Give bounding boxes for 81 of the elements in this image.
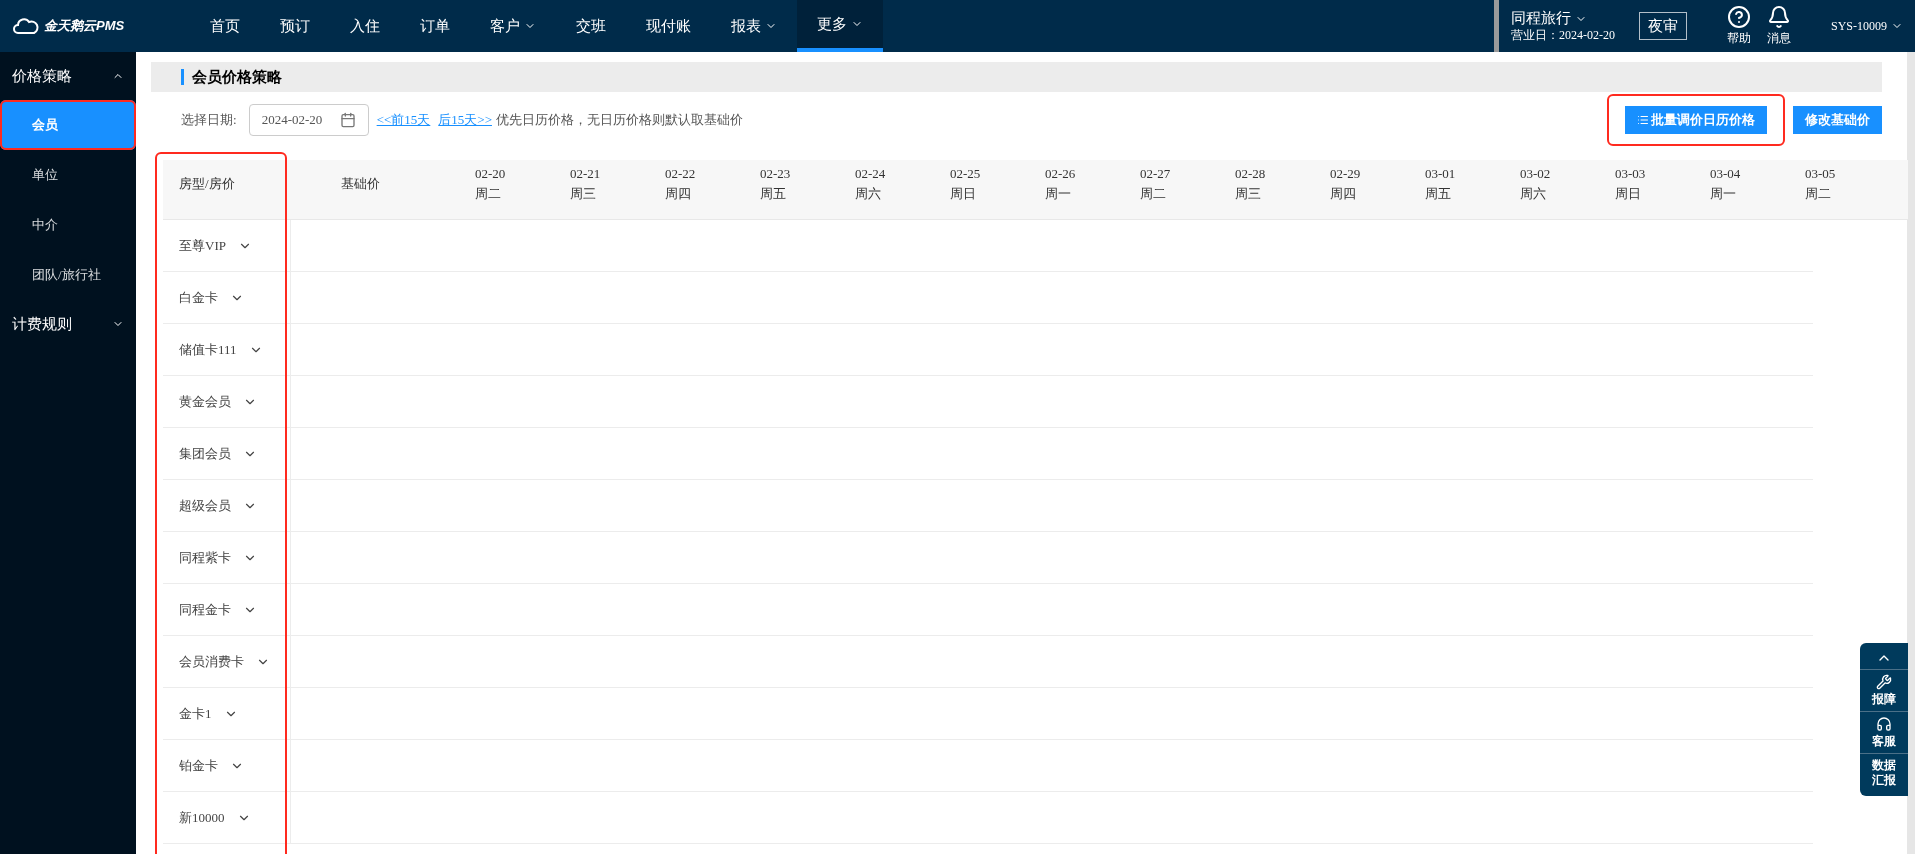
sidebar-item[interactable]: 团队/旅行社 bbox=[0, 250, 136, 300]
weekday-header: 周二 bbox=[1805, 186, 1832, 203]
business-date: 营业日：2024-02-20 bbox=[1511, 27, 1615, 43]
messages-button[interactable]: 消息 bbox=[1767, 5, 1791, 47]
date-header: 02-26 bbox=[1045, 166, 1077, 183]
weekday-header: 周三 bbox=[570, 186, 597, 203]
logo-text: 金天鹅云PMS bbox=[44, 17, 125, 36]
date-header: 03-04 bbox=[1710, 166, 1742, 183]
help-icon bbox=[1727, 5, 1751, 29]
nav-tab[interactable]: 首页 bbox=[190, 0, 260, 52]
weekday-header: 周六 bbox=[855, 186, 882, 203]
date-header: 02-22 bbox=[665, 166, 697, 183]
room-type-toggle[interactable]: 黄金会员 bbox=[179, 391, 257, 412]
date-value: 2024-02-20 bbox=[261, 111, 323, 130]
nav-tab[interactable]: 报表 bbox=[711, 0, 797, 52]
room-type-toggle[interactable]: 集团会员 bbox=[179, 443, 257, 464]
date-header: 02-21 bbox=[570, 166, 602, 183]
room-type-toggle[interactable]: 会员消费卡 bbox=[179, 651, 270, 672]
date-header: 03-05 bbox=[1805, 166, 1837, 183]
weekday-header: 周日 bbox=[1615, 186, 1642, 203]
weekday-header: 周六 bbox=[1520, 186, 1547, 203]
page-title: 会员价格策略 bbox=[192, 67, 282, 87]
nav-tab[interactable]: 订单 bbox=[400, 0, 470, 52]
date-label: 选择日期: bbox=[181, 111, 237, 130]
nav-tab[interactable]: 更多 bbox=[797, 0, 883, 52]
room-type-toggle[interactable]: 同程紫卡 bbox=[179, 547, 257, 568]
help-button[interactable]: 帮助 bbox=[1727, 5, 1751, 47]
room-type-toggle[interactable]: 同程金卡 bbox=[179, 599, 257, 620]
nav-tab[interactable]: 预订 bbox=[260, 0, 330, 52]
sidebar-item[interactable]: 单位 bbox=[0, 150, 136, 200]
nav-tab[interactable]: 客户 bbox=[470, 0, 556, 52]
date-header: 03-03 bbox=[1615, 166, 1647, 183]
pricing-hint: 优先日历价格，无日历价格则默认取基础价 bbox=[495, 111, 743, 130]
user-menu[interactable]: SYS-10009 bbox=[1831, 17, 1903, 35]
sidebar-group[interactable]: 价格策略 bbox=[0, 52, 136, 100]
date-header: 02-23 bbox=[760, 166, 792, 183]
weekday-header: 周二 bbox=[1140, 186, 1167, 203]
room-type-toggle[interactable]: 超级会员 bbox=[179, 495, 257, 516]
nav-tab[interactable]: 现付账 bbox=[626, 0, 711, 52]
list-icon bbox=[1637, 114, 1649, 126]
weekday-header: 周四 bbox=[665, 186, 692, 203]
room-type-toggle[interactable]: 储值卡111 bbox=[179, 339, 263, 360]
date-header: 03-02 bbox=[1520, 166, 1552, 183]
cloud-logo-icon bbox=[12, 17, 40, 35]
room-type-toggle[interactable]: 白金卡 bbox=[179, 287, 244, 308]
date-header: 02-24 bbox=[855, 166, 887, 183]
date-header: 02-29 bbox=[1330, 166, 1362, 183]
toolbar-button[interactable]: 客服 bbox=[1860, 711, 1908, 753]
sidebar-item[interactable]: 中介 bbox=[0, 200, 136, 250]
calendar-icon bbox=[339, 112, 356, 128]
bell-icon bbox=[1767, 5, 1791, 29]
weekday-header: 周五 bbox=[1425, 186, 1452, 203]
weekday-header: 周四 bbox=[1330, 186, 1357, 203]
sidebar-group[interactable]: 计费规则 bbox=[0, 300, 136, 348]
date-header: 03-01 bbox=[1425, 166, 1457, 183]
weekday-header: 周三 bbox=[1235, 186, 1262, 203]
weekday-header: 周一 bbox=[1710, 186, 1737, 203]
date-header: 02-28 bbox=[1235, 166, 1267, 183]
room-type-toggle[interactable]: 金卡1 bbox=[179, 703, 238, 724]
column-header: 房型/房价 bbox=[179, 176, 235, 191]
nav-tab[interactable]: 交班 bbox=[556, 0, 626, 52]
night-audit-button[interactable]: 夜审 bbox=[1639, 11, 1687, 41]
toolbar-button[interactable]: 报障 bbox=[1860, 669, 1908, 711]
wrench-icon bbox=[1876, 674, 1892, 690]
room-type-toggle[interactable]: 铂金卡 bbox=[179, 755, 244, 776]
room-type-toggle[interactable]: 新10000 bbox=[179, 807, 251, 828]
date-field[interactable]: 2024-02-20 bbox=[248, 104, 369, 136]
toolbar-button[interactable]: 数据汇报 bbox=[1860, 753, 1908, 792]
column-header: 基础价 bbox=[341, 176, 380, 191]
room-type-toggle[interactable]: 至尊VIP bbox=[179, 235, 252, 256]
weekday-header: 周日 bbox=[950, 186, 977, 203]
date-header: 02-25 bbox=[950, 166, 982, 183]
nav-tab[interactable]: 入住 bbox=[330, 0, 400, 52]
weekday-header: 周二 bbox=[475, 186, 502, 203]
weekday-header: 周五 bbox=[760, 186, 787, 203]
headphones-icon bbox=[1876, 716, 1892, 732]
scrollbar[interactable] bbox=[1907, 52, 1915, 854]
date-header: 02-27 bbox=[1140, 166, 1172, 183]
weekday-header: 周一 bbox=[1045, 186, 1072, 203]
hotel-selector[interactable]: 同程旅行 bbox=[1511, 9, 1615, 28]
date-header: 02-20 bbox=[475, 166, 507, 183]
